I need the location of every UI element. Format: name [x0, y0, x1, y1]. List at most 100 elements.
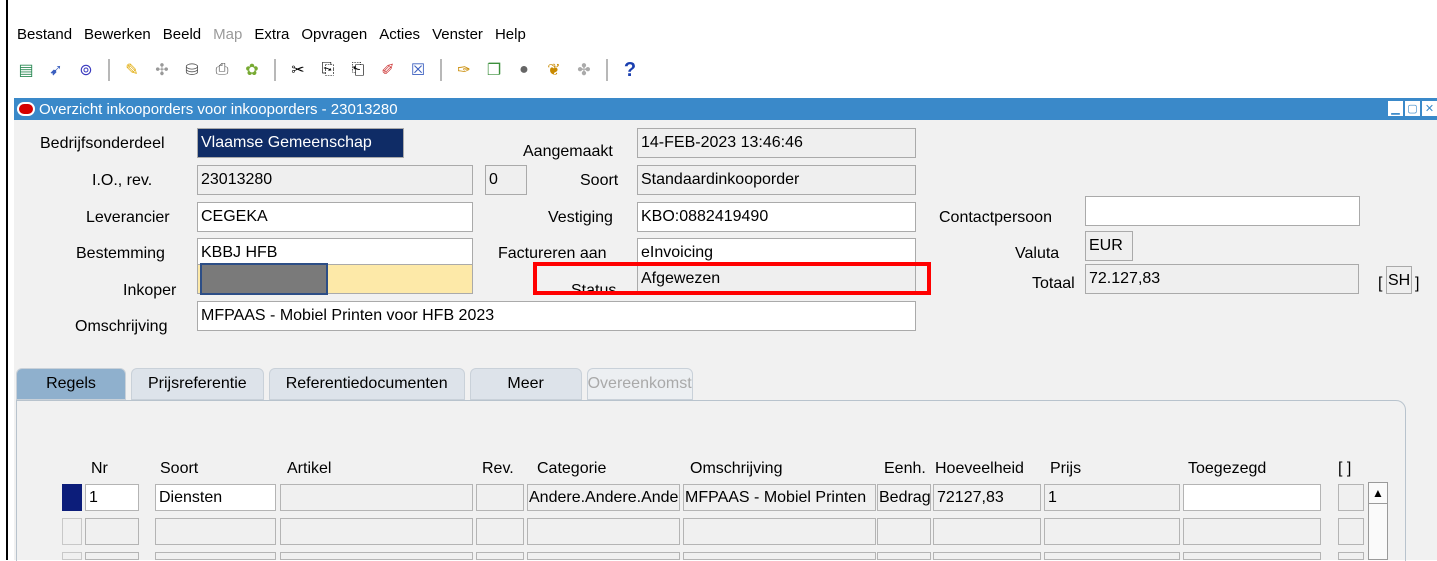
- table-cell-rev[interactable]: [476, 552, 524, 560]
- window-title-bar: Overzicht inkooporders voor inkooporders…: [14, 98, 1437, 120]
- tab-regels[interactable]: Regels: [16, 368, 126, 400]
- bedrijfsonderdeel-label: Bedrijfsonderdeel: [40, 135, 165, 152]
- new-record-icon[interactable]: ▤: [14, 58, 38, 82]
- menu-beeld[interactable]: Beeld: [162, 26, 202, 48]
- table-cell-artikel[interactable]: [280, 518, 473, 545]
- print-icon[interactable]: ⎙: [210, 58, 234, 82]
- find-icon[interactable]: ✿: [240, 58, 264, 82]
- omschrijving-field[interactable]: MFPAAS - Mobiel Printen voor HFB 2023: [197, 301, 916, 331]
- save-icon[interactable]: ⛁: [180, 58, 204, 82]
- menu-help[interactable]: Help: [494, 26, 527, 48]
- table-cell-artikel[interactable]: [280, 552, 473, 560]
- row-indicator-active[interactable]: [62, 484, 82, 511]
- table-cell-checkbox[interactable]: [1338, 484, 1364, 511]
- refresh-icon[interactable]: ✣: [150, 58, 174, 82]
- copy-icon[interactable]: ⎘: [316, 58, 340, 82]
- io-rev-label: I.O., rev.: [92, 172, 153, 189]
- contactpersoon-field[interactable]: [1085, 196, 1360, 226]
- soort-label: Soort: [580, 172, 619, 189]
- totaal-field[interactable]: 72.127,83: [1085, 264, 1359, 294]
- table-cell-artikel[interactable]: [280, 484, 473, 511]
- table-cell-toegezegd[interactable]: [1183, 552, 1321, 560]
- col-eenh: Eenh.: [884, 460, 926, 477]
- vestiging-field[interactable]: KBO:0882419490: [637, 202, 916, 232]
- table-cell-prijs[interactable]: 1: [1044, 484, 1180, 511]
- table-cell-checkbox[interactable]: [1338, 552, 1364, 560]
- table-cell-prijs[interactable]: [1044, 552, 1180, 560]
- bestemming-label: Bestemming: [76, 245, 165, 262]
- minimize-icon[interactable]: ▁: [1388, 101, 1403, 116]
- status-highlight-box: [533, 262, 931, 295]
- scroll-up-icon[interactable]: ▲: [1369, 483, 1387, 504]
- table-cell-eenh[interactable]: [877, 552, 931, 560]
- table-cell-eenh[interactable]: Bedrag: [877, 484, 931, 511]
- menu-acties[interactable]: Acties: [378, 26, 421, 48]
- menu-venster[interactable]: Venster: [431, 26, 484, 48]
- table-cell-toegezegd[interactable]: [1183, 518, 1321, 545]
- menu-extra[interactable]: Extra: [253, 26, 290, 48]
- lines-scrollbar[interactable]: ▲: [1368, 482, 1388, 560]
- table-cell-categorie[interactable]: [527, 552, 680, 560]
- clear-icon[interactable]: ☒: [406, 58, 430, 82]
- table-cell-nr[interactable]: 1: [85, 484, 139, 511]
- table-cell-rev[interactable]: [476, 484, 524, 511]
- table-cell-soort[interactable]: [155, 552, 276, 560]
- tab-meer[interactable]: Meer: [469, 368, 582, 400]
- table-cell-soort[interactable]: [155, 518, 276, 545]
- tab-prijsreferentie[interactable]: Prijsreferentie: [131, 368, 264, 400]
- row-indicator[interactable]: [62, 552, 82, 560]
- translations-icon[interactable]: ❦: [542, 58, 566, 82]
- table-cell-soort[interactable]: Diensten: [155, 484, 276, 511]
- bracket-close: ]: [1415, 275, 1420, 292]
- table-cell-prijs[interactable]: [1044, 518, 1180, 545]
- paste-icon[interactable]: ⎗: [346, 58, 370, 82]
- valuta-field[interactable]: EUR: [1085, 231, 1133, 261]
- menu-opvragen[interactable]: Opvragen: [300, 26, 368, 48]
- table-cell-omschrijving[interactable]: [683, 518, 876, 545]
- rev-field[interactable]: 0: [485, 165, 527, 195]
- aangemaakt-label: Aangemaakt: [523, 143, 613, 160]
- table-cell-hoeveelheid[interactable]: 72127,83: [933, 484, 1041, 511]
- table-cell-hoeveelheid[interactable]: [933, 518, 1041, 545]
- close-icon[interactable]: ✕: [1422, 101, 1437, 116]
- window-icon[interactable]: ✤: [572, 58, 596, 82]
- io-field[interactable]: 23013280: [197, 165, 473, 195]
- leverancier-field[interactable]: CEGEKA: [197, 202, 473, 232]
- table-cell-eenh[interactable]: [877, 518, 931, 545]
- table-cell-rev[interactable]: [476, 518, 524, 545]
- table-cell-categorie[interactable]: [527, 518, 680, 545]
- totaal-label: Totaal: [1032, 275, 1075, 292]
- col-hoeveelheid: Hoeveelheid: [935, 460, 1024, 477]
- menu-bar: Bestand Bewerken Beeld Map Extra Opvrage…: [16, 26, 527, 48]
- table-cell-checkbox[interactable]: [1338, 518, 1364, 545]
- help-icon[interactable]: ?: [618, 58, 642, 82]
- cut-icon[interactable]: ✂: [286, 58, 310, 82]
- table-cell-nr[interactable]: [85, 552, 139, 560]
- maximize-icon[interactable]: ▢: [1405, 101, 1420, 116]
- table-cell-hoeveelheid[interactable]: [933, 552, 1041, 560]
- bedrijfsonderdeel-field[interactable]: Vlaamse Gemeenschap: [197, 128, 404, 158]
- row-indicator[interactable]: [62, 518, 82, 545]
- table-cell-omschrijving[interactable]: MFPAAS - Mobiel Printen: [683, 484, 876, 511]
- edit-field-icon[interactable]: ✐: [376, 58, 400, 82]
- menu-bestand[interactable]: Bestand: [16, 26, 73, 48]
- zoom-icon[interactable]: ⊚: [74, 58, 98, 82]
- record-icon[interactable]: ●: [512, 58, 536, 82]
- navigator-icon[interactable]: ➹: [44, 58, 68, 82]
- table-cell-nr[interactable]: [85, 518, 139, 545]
- menu-bewerken[interactable]: Bewerken: [83, 26, 152, 48]
- toolbar-separator: [440, 59, 442, 81]
- attachment-icon[interactable]: ✑: [452, 58, 476, 82]
- col-toegezegd: Toegezegd: [1188, 460, 1267, 477]
- open-folder-icon[interactable]: ✎: [120, 58, 144, 82]
- col-nr: Nr: [91, 460, 108, 477]
- table-cell-categorie[interactable]: Andere.Andere.Andere: [527, 484, 680, 511]
- tab-referentiedocumenten[interactable]: Referentiedocumenten: [268, 368, 465, 400]
- bracket-field[interactable]: SH: [1386, 266, 1412, 294]
- col-prijs: Prijs: [1050, 460, 1082, 477]
- aangemaakt-field[interactable]: 14-FEB-2023 13:46:46: [637, 128, 916, 158]
- table-cell-omschrijving[interactable]: [683, 552, 876, 560]
- folder-tools-icon[interactable]: ❐: [482, 58, 506, 82]
- soort-field[interactable]: Standaardinkooporder: [637, 165, 916, 195]
- table-cell-toegezegd[interactable]: [1183, 484, 1321, 511]
